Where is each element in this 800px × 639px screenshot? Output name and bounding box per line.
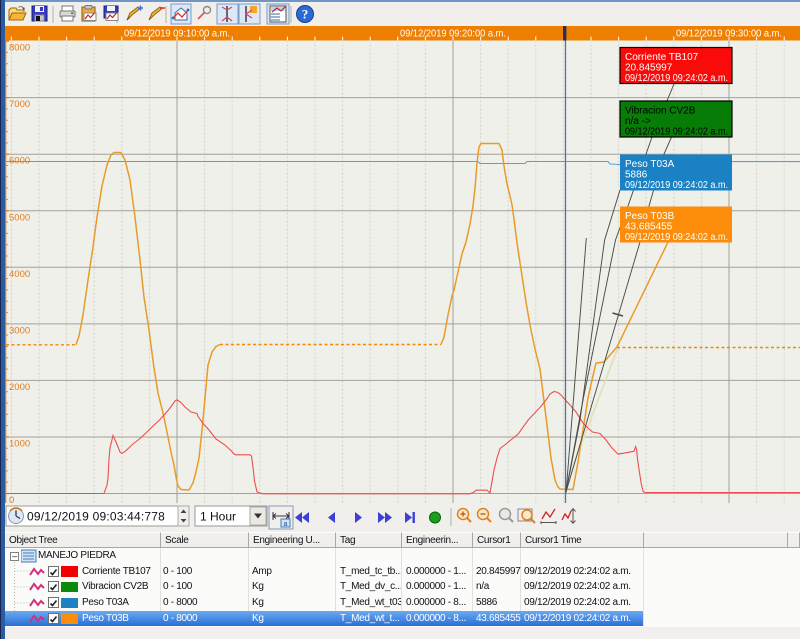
svg-text:09/12/2019 09:03:44:778: 09/12/2019 09:03:44:778 (27, 510, 165, 524)
svg-text:09/12/2019 09:24:02 a.m.: 09/12/2019 09:24:02 a.m. (625, 232, 728, 243)
svg-text:Peso T03A: Peso T03A (625, 159, 675, 170)
svg-text:Corriente TB107: Corriente TB107 (625, 52, 699, 63)
svg-text:09/12/2019 09:10:00 a.m.: 09/12/2019 09:10:00 a.m. (124, 29, 230, 40)
svg-text:8000: 8000 (9, 43, 30, 54)
svg-text:09/12/2019 09:24:02 a.m.: 09/12/2019 09:24:02 a.m. (625, 73, 728, 84)
svg-text:Vibracion CV2B: Vibracion CV2B (625, 106, 696, 117)
svg-text:2000: 2000 (9, 382, 30, 393)
svg-text:4000: 4000 (9, 269, 30, 280)
svg-text:09/12/2019 09:20:00 a.m.: 09/12/2019 09:20:00 a.m. (400, 29, 506, 40)
svg-text:09/12/2019 09:24:02 a.m.: 09/12/2019 09:24:02 a.m. (625, 127, 728, 138)
svg-text:3000: 3000 (9, 325, 30, 336)
svg-text:n/a ->: n/a -> (625, 116, 651, 127)
svg-text:09/12/2019 09:30:00 a.m.: 09/12/2019 09:30:00 a.m. (676, 29, 782, 40)
svg-text:a: a (284, 521, 288, 528)
svg-text:5886: 5886 (625, 170, 648, 181)
svg-text:0: 0 (9, 495, 14, 504)
svg-text:7000: 7000 (9, 99, 30, 110)
svg-text:20.845997: 20.845997 (625, 63, 673, 74)
svg-text:Peso T03B: Peso T03B (625, 211, 675, 222)
svg-text:43.685455: 43.685455 (625, 222, 673, 233)
svg-text:1 Hour: 1 Hour (200, 510, 236, 524)
svg-text:?: ? (302, 7, 309, 22)
svg-text:1000: 1000 (9, 438, 30, 449)
svg-text:09/12/2019 09:24:02 a.m.: 09/12/2019 09:24:02 a.m. (625, 180, 728, 191)
svg-text:5000: 5000 (9, 212, 30, 223)
